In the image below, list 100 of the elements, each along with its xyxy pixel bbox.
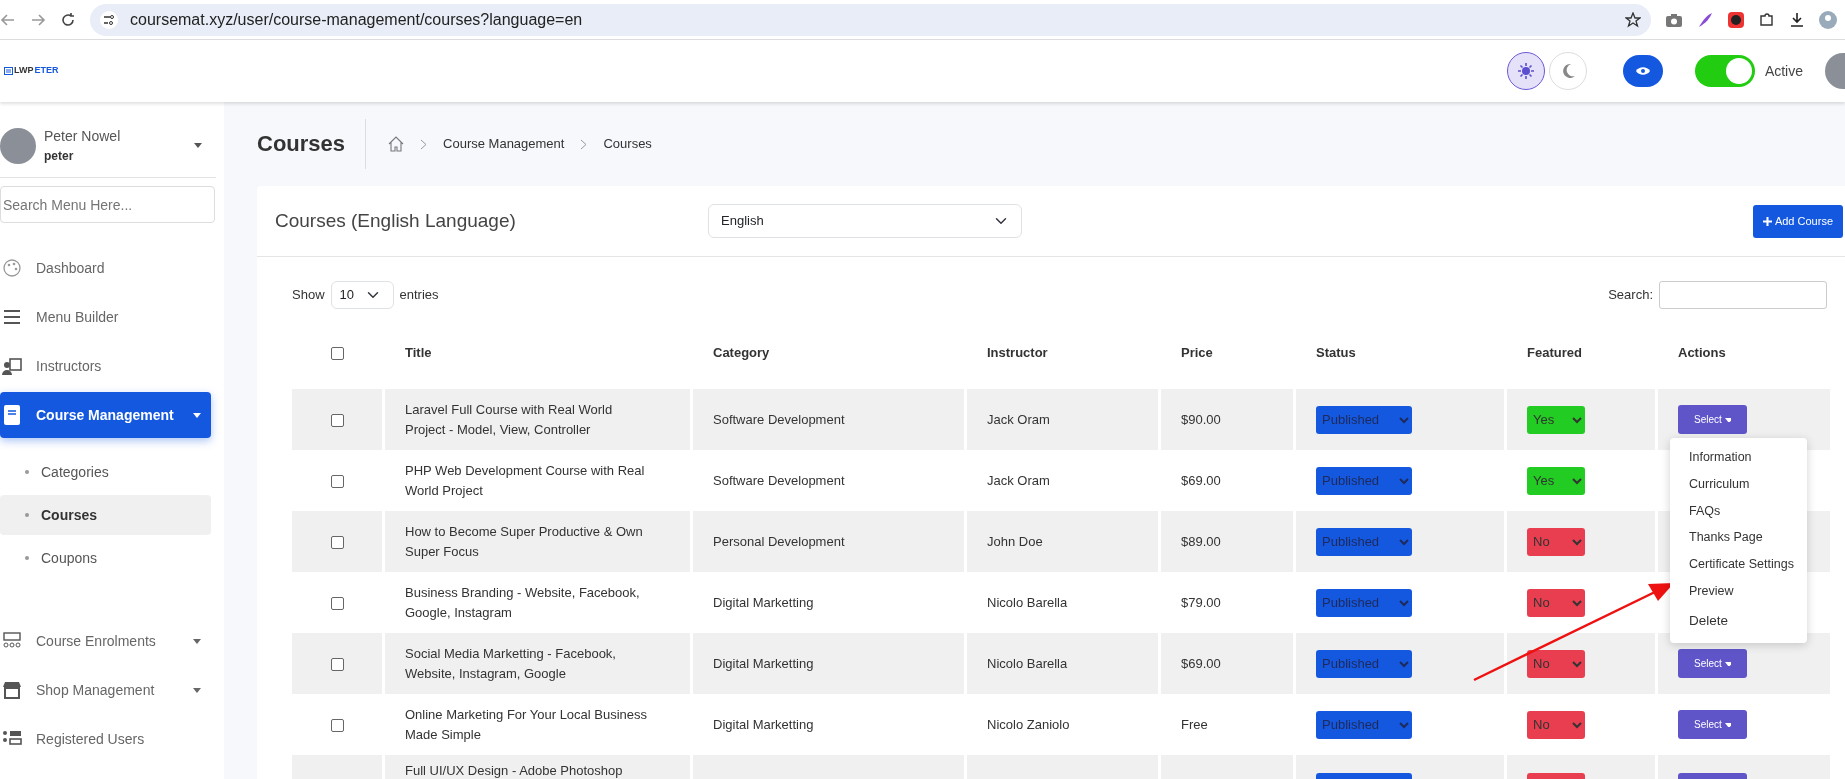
table-cell: Personal Development bbox=[713, 533, 845, 549]
page-size-select[interactable]: 10 bbox=[330, 281, 394, 309]
feather-icon[interactable] bbox=[1697, 11, 1713, 28]
preview-button[interactable] bbox=[1622, 55, 1663, 87]
actions-button[interactable]: Select bbox=[1678, 405, 1747, 434]
site-settings-icon[interactable] bbox=[100, 10, 118, 29]
table-cell: Digital Marketting bbox=[713, 655, 814, 671]
add-course-button[interactable]: Add Course bbox=[1752, 204, 1843, 238]
home-icon[interactable] bbox=[388, 136, 405, 152]
column-header[interactable]: Instructor bbox=[987, 345, 1048, 361]
featured-select[interactable]: Yes bbox=[1527, 405, 1585, 434]
submenu-item[interactable]: Coupons bbox=[0, 538, 211, 578]
actions-button[interactable]: Select bbox=[1678, 710, 1747, 739]
light-theme-button[interactable] bbox=[1506, 52, 1545, 90]
menu-item[interactable]: Thanks Page bbox=[1670, 524, 1807, 551]
column-header[interactable]: Actions bbox=[1678, 345, 1726, 361]
row-checkbox[interactable] bbox=[330, 718, 344, 732]
submenu-item[interactable]: Courses bbox=[0, 495, 211, 535]
menu-search-field[interactable]: Search Menu Here... bbox=[0, 186, 215, 223]
column-header[interactable]: Title bbox=[405, 345, 432, 361]
featured-select[interactable]: No bbox=[1527, 588, 1585, 617]
sidebar-item[interactable]: Registered Users bbox=[0, 716, 211, 762]
table-cell: $79.00 bbox=[1181, 594, 1221, 610]
sun-icon bbox=[1517, 63, 1534, 79]
sidebar-item[interactable]: Course Management bbox=[0, 392, 211, 438]
row-checkbox[interactable] bbox=[330, 413, 344, 427]
plus-icon bbox=[1762, 216, 1772, 226]
language-select[interactable]: English bbox=[708, 204, 1022, 238]
row-checkbox[interactable] bbox=[330, 474, 344, 488]
select-all-checkbox[interactable] bbox=[330, 347, 344, 361]
table-cell: Social Media Marketting - Facebook, Website, Instagram, Google bbox=[405, 646, 616, 681]
reload-icon[interactable] bbox=[60, 11, 76, 28]
entries-label: entries bbox=[399, 286, 439, 305]
search-field[interactable] bbox=[1659, 281, 1827, 309]
featured-select[interactable]: Yes bbox=[1527, 466, 1585, 495]
table-cell: Nicolo Barella bbox=[987, 655, 1068, 671]
user-name: Peter Nowel bbox=[44, 127, 122, 146]
table-cell: Nicolo Barella bbox=[987, 594, 1068, 610]
table-cell: John Doe bbox=[987, 533, 1043, 549]
table-cell: Business Branding - Website, Facebook, Google, Instagram bbox=[405, 585, 640, 620]
caret-icon bbox=[1724, 722, 1731, 727]
sidebar-item[interactable]: Shop Management bbox=[0, 667, 211, 713]
column-header[interactable]: Status bbox=[1316, 345, 1356, 361]
table-cell: Software Development bbox=[713, 411, 845, 427]
url-text: coursemat.xyz/user/course-management/courses?language=en bbox=[130, 9, 584, 30]
menu-item[interactable]: Certificate Settings bbox=[1670, 551, 1807, 578]
menu-item[interactable]: Preview bbox=[1670, 577, 1807, 605]
back-arrow-icon[interactable] bbox=[0, 11, 16, 28]
address-bar[interactable]: coursemat.xyz/user/course-management/courses?language=en bbox=[90, 3, 1651, 36]
menu-item[interactable]: FAQs bbox=[1670, 497, 1807, 525]
featured-select[interactable]: No bbox=[1527, 527, 1585, 556]
star-icon[interactable] bbox=[1625, 11, 1641, 28]
download-icon[interactable] bbox=[1789, 11, 1805, 28]
table-cell: $69.00 bbox=[1181, 472, 1221, 488]
menu-item[interactable]: Information bbox=[1670, 444, 1807, 471]
column-header[interactable]: Featured bbox=[1527, 345, 1582, 361]
page-title: Courses bbox=[257, 119, 367, 169]
table-cell: How to Become Super Productive & Own Super Focus bbox=[405, 524, 643, 559]
caret-icon[interactable] bbox=[194, 143, 202, 148]
sidebar-item[interactable]: Dashboard bbox=[0, 245, 211, 291]
featured-select[interactable]: No bbox=[1527, 649, 1585, 678]
forward-arrow-icon[interactable] bbox=[30, 11, 46, 28]
table-cell: PHP Web Development Course with Real World Project bbox=[405, 463, 645, 498]
actions-button[interactable]: Select bbox=[1678, 649, 1747, 678]
row-checkbox[interactable] bbox=[330, 657, 344, 671]
show-label: Show bbox=[292, 286, 325, 305]
breadcrumb-item[interactable]: Course Management bbox=[443, 134, 565, 154]
search-label: Search: bbox=[1608, 286, 1653, 305]
sidebar-item[interactable]: Course Enrolments bbox=[0, 618, 211, 664]
table-cell: Digital Marketting bbox=[713, 594, 814, 610]
camera-icon[interactable] bbox=[1665, 11, 1683, 28]
sidebar-item[interactable]: Instructors bbox=[0, 343, 211, 389]
sidebar-item[interactable]: Menu Builder bbox=[0, 294, 211, 340]
featured-select[interactable]: No bbox=[1527, 710, 1585, 739]
row-checkbox[interactable] bbox=[330, 535, 344, 549]
table-cell: Laravel Full Course with Real World Project - Model, View, Controller bbox=[405, 402, 613, 437]
menu-icon bbox=[2, 307, 22, 327]
people-group-icon bbox=[2, 631, 22, 651]
submenu-item[interactable]: Categories bbox=[0, 452, 211, 492]
book-icon bbox=[2, 405, 22, 425]
column-header[interactable]: Category bbox=[713, 345, 770, 361]
dark-theme-button[interactable] bbox=[1548, 52, 1587, 90]
menu-item[interactable]: Curriculum bbox=[1670, 470, 1807, 498]
table-cell: Digital Marketting bbox=[713, 716, 814, 732]
user-avatar[interactable] bbox=[0, 127, 36, 164]
status-label: Active bbox=[1764, 61, 1803, 81]
table-cell: Jack Oram bbox=[987, 411, 1050, 427]
table-cell: Free bbox=[1181, 716, 1208, 732]
table-cell: $69.00 bbox=[1181, 655, 1221, 671]
palette-icon bbox=[2, 258, 22, 278]
chevron-icon bbox=[420, 138, 428, 150]
row-checkbox[interactable] bbox=[330, 596, 344, 610]
caret-icon bbox=[1724, 661, 1731, 666]
column-header[interactable]: Price bbox=[1181, 345, 1213, 361]
logo[interactable]: LWP ETER bbox=[4, 64, 59, 78]
status-toggle[interactable] bbox=[1694, 55, 1755, 87]
menu-item[interactable]: Delete bbox=[1670, 606, 1807, 635]
table-cell: Full UI/UX Design - Adobe Photoshop bbox=[405, 763, 623, 778]
table-cell: Online Marketing For Your Local Business Made Simple bbox=[405, 707, 648, 742]
chevron-icon bbox=[580, 138, 588, 150]
